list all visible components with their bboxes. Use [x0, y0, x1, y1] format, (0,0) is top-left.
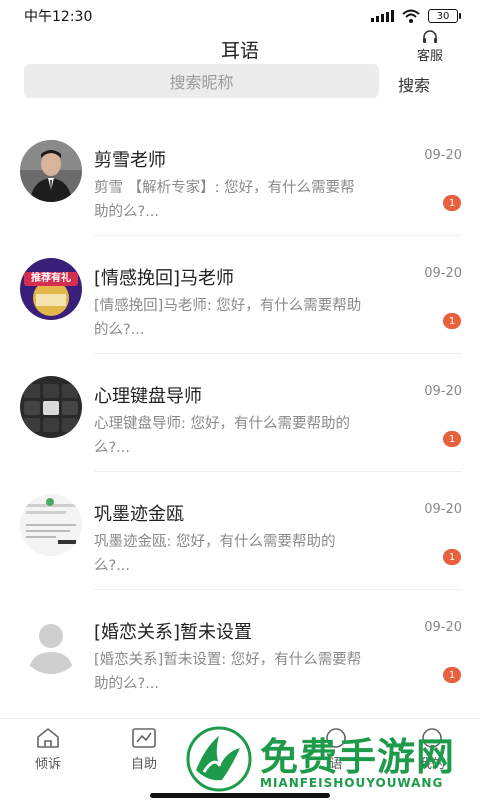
battery-level: 30: [436, 10, 450, 22]
battery-icon: 30: [428, 9, 461, 23]
unread-badge: 1: [443, 313, 461, 329]
promo-avatar: 推荐有礼: [20, 258, 82, 320]
conversation-date: 09-20: [424, 266, 462, 281]
status-icons: 30: [371, 9, 461, 23]
keyboard-avatar: [20, 376, 82, 438]
conversation-name: [婚恋关系]暂未设置: [94, 622, 253, 643]
conversation-preview: 巩墨迹金瓯: 您好，有什么需要帮助的么?...: [94, 534, 336, 574]
nav-label: 自助: [130, 757, 157, 772]
conversation-date: 09-20: [424, 384, 462, 399]
conversation-item[interactable]: 巩墨迹金瓯 09-20 巩墨迹金瓯: 您好，有什么需要帮助的么?... 1: [0, 472, 480, 590]
conversation-item[interactable]: 心理键盘导师 09-20 心理键盘导师: 您好，有什么需要帮助的么?... 1: [0, 354, 480, 472]
wifi-icon: [402, 9, 420, 23]
conversation-item[interactable]: 剪雪老师 09-20 剪雪 【解析专家】: 您好，有什么需要帮助的么?... 1: [0, 118, 480, 236]
watermark-logo-icon: [186, 726, 252, 792]
watermark-title: 免费手游网: [260, 735, 456, 779]
search-button[interactable]: 搜索: [398, 72, 430, 96]
nav-item-confide[interactable]: 倾诉: [18, 727, 78, 772]
nav-label: 倾诉: [34, 757, 61, 772]
conversation-date: 09-20: [424, 620, 462, 635]
watermark-subtitle: MIANFEISHOUYOUWANG: [260, 776, 444, 790]
chart-icon: [132, 728, 156, 748]
conversation-preview: 心理键盘导师: 您好，有什么需要帮助的么?...: [94, 416, 350, 456]
signal-icon: [371, 10, 394, 22]
conversation-preview: 剪雪 【解析专家】: 您好，有什么需要帮助的么?...: [94, 180, 355, 220]
default-avatar: [20, 612, 82, 674]
conversation-date: 09-20: [424, 148, 462, 163]
page-title: 耳语: [220, 40, 259, 62]
status-time: 中午12:30: [24, 9, 93, 25]
headset-icon: [423, 30, 437, 43]
unread-badge: 1: [443, 549, 461, 565]
search-input[interactable]: 搜索昵称: [24, 64, 379, 98]
search-placeholder: 搜索昵称: [169, 73, 234, 92]
conversation-name: 心理键盘导师: [94, 386, 202, 407]
home-indicator: [150, 793, 330, 798]
conversation-name: [情感挽回]马老师: [94, 268, 235, 289]
home-icon: [37, 728, 59, 748]
promo-avatar-text: 推荐有礼: [31, 273, 71, 284]
customer-service-button[interactable]: 客服: [410, 30, 450, 64]
watermark: 免费手游网 MIANFEISHOUYOUWANG: [186, 722, 480, 800]
conversation-name: 剪雪老师: [94, 150, 166, 171]
portrait-avatar: [20, 140, 82, 202]
conversation-name: 巩墨迹金瓯: [94, 504, 184, 525]
conversation-date: 09-20: [424, 502, 462, 517]
customer-service-label: 客服: [416, 49, 443, 64]
conversation-item[interactable]: [婚恋关系]暂未设置 09-20 [婚恋关系]暂未设置: 您好，有什么需要帮助的…: [0, 590, 480, 708]
unread-badge: 1: [443, 667, 461, 683]
unread-badge: 1: [443, 431, 461, 447]
document-avatar: [20, 494, 82, 556]
status-bar: 中午12:30 30: [0, 0, 480, 32]
conversation-preview: [情感挽回]马老师: 您好，有什么需要帮助的么?...: [94, 298, 362, 338]
unread-badge: 1: [443, 195, 461, 211]
conversation-preview: [婚恋关系]暂未设置: 您好，有什么需要帮助的么?...: [94, 652, 362, 692]
nav-item-self-help[interactable]: 自助: [114, 727, 174, 772]
conversation-item[interactable]: 推荐有礼 [情感挽回]马老师 09-20 [情感挽回]马老师: 您好，有什么需要…: [0, 236, 480, 354]
